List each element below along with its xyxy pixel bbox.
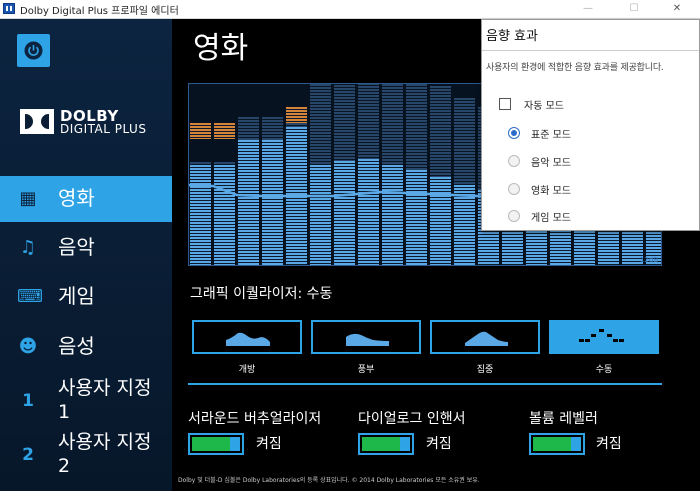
- auto-mode-checkbox[interactable]: [499, 98, 511, 110]
- sound-effect-popup: 음향 효과 사용자의 환경에 적합한 음향 효과를 제공합니다. 자동 모드 표…: [481, 19, 700, 231]
- preset-label-open: 개방: [238, 365, 256, 375]
- preset-label-focused: 집중: [476, 365, 494, 375]
- sidebar-item-label: 영화: [58, 186, 95, 210]
- surround-virtualizer-label: 서라운드 버추얼라이저: [188, 411, 322, 427]
- sidebar-item-label: 사용자 지정 2: [58, 431, 152, 477]
- sidebar-item-movie[interactable]: ▦ 영화: [0, 176, 172, 222]
- volume-leveler-toggle[interactable]: [529, 433, 585, 455]
- sidebar-item-voice[interactable]: ☻ 음성: [0, 324, 172, 370]
- surround-virtualizer-toggle[interactable]: [188, 433, 244, 455]
- sidebar-item-custom-1[interactable]: 1 사용자 지정 1: [0, 373, 172, 429]
- title-bar: Dolby Digital Plus 프로파일 에디터 — ☐ ✕: [0, 0, 700, 19]
- movie-mode-label[interactable]: 영화 모드: [531, 182, 571, 197]
- close-button[interactable]: ✕: [654, 0, 700, 18]
- sidebar: DOLBY DIGITAL PLUS ▦ 영화 ♫ 음악 ⌨ 게임 ☻ 음성 1…: [0, 19, 172, 491]
- game-mode-radio[interactable]: [508, 210, 520, 222]
- music-mode-label[interactable]: 음악 모드: [531, 154, 571, 169]
- volume-leveler-label: 볼륨 레벨러: [529, 411, 598, 427]
- power-button[interactable]: [17, 34, 50, 67]
- focused-curve-icon: [465, 331, 508, 346]
- maximize-button[interactable]: ☐: [611, 0, 657, 18]
- power-icon: [24, 41, 43, 60]
- preset-manual-button[interactable]: [549, 320, 659, 354]
- sidebar-item-label: 사용자 지정 1: [58, 377, 152, 423]
- number-2-icon: 2: [22, 445, 34, 465]
- dolby-double-d-icon: [20, 109, 54, 134]
- sidebar-item-custom-2[interactable]: 2 사용자 지정 2: [0, 427, 172, 483]
- dolby-logo: DOLBY DIGITAL PLUS: [20, 107, 160, 137]
- music-note-icon: ♫: [19, 237, 37, 258]
- sidebar-item-game[interactable]: ⌨ 게임: [0, 274, 172, 320]
- standard-mode-radio[interactable]: [508, 127, 520, 139]
- brand-product: DIGITAL PLUS: [60, 122, 147, 136]
- open-curve-icon: [226, 332, 270, 346]
- preset-open-button[interactable]: [192, 320, 302, 354]
- db-scale-label: 12dB: [639, 256, 658, 264]
- preset-label-rich: 풍부: [357, 365, 375, 375]
- surround-virtualizer-state: 켜짐: [256, 436, 282, 452]
- rich-curve-icon: [346, 333, 389, 346]
- window-title: Dolby Digital Plus 프로파일 에디터: [20, 6, 179, 17]
- standard-mode-label[interactable]: 표준 모드: [531, 126, 571, 141]
- popup-divider: [482, 50, 699, 51]
- popup-title: 음향 효과: [486, 29, 538, 44]
- page-title: 영화: [193, 31, 249, 66]
- volume-leveler-state: 켜짐: [596, 436, 622, 452]
- equalizer-title: 그래픽 이퀄라이저: 수동: [190, 286, 333, 302]
- preset-label-manual: 수동: [595, 365, 613, 375]
- dialogue-enhancer-toggle[interactable]: [358, 433, 414, 455]
- preset-focused-button[interactable]: [430, 320, 540, 354]
- number-1-icon: 1: [22, 391, 34, 411]
- popup-description: 사용자의 환경에 적합한 음향 효과를 제공합니다.: [486, 63, 664, 73]
- section-divider: [188, 383, 662, 385]
- voice-icon: ☻: [18, 336, 38, 357]
- music-mode-radio[interactable]: [508, 155, 520, 167]
- dialogue-enhancer-state: 켜짐: [426, 436, 452, 452]
- minimize-button[interactable]: —: [565, 0, 611, 18]
- sidebar-item-music[interactable]: ♫ 음악: [0, 225, 172, 271]
- dolby-app-icon: [3, 3, 15, 14]
- sidebar-item-label: 게임: [58, 284, 95, 308]
- gamepad-icon: ⌨: [17, 286, 43, 307]
- sidebar-item-label: 음성: [58, 334, 95, 358]
- film-icon: ▦: [19, 188, 37, 209]
- manual-dots-icon: [579, 329, 624, 342]
- game-mode-label[interactable]: 게임 모드: [531, 209, 571, 224]
- auto-mode-label[interactable]: 자동 모드: [524, 97, 564, 112]
- dialogue-enhancer-label: 다이얼로그 인핸서: [358, 411, 466, 427]
- movie-mode-radio[interactable]: [508, 183, 520, 195]
- preset-rich-button[interactable]: [311, 320, 421, 354]
- copyright-footer: Dolby 및 더블-D 심볼은 Dolby Laboratories의 등록 …: [178, 477, 480, 484]
- sidebar-item-label: 음악: [58, 235, 95, 259]
